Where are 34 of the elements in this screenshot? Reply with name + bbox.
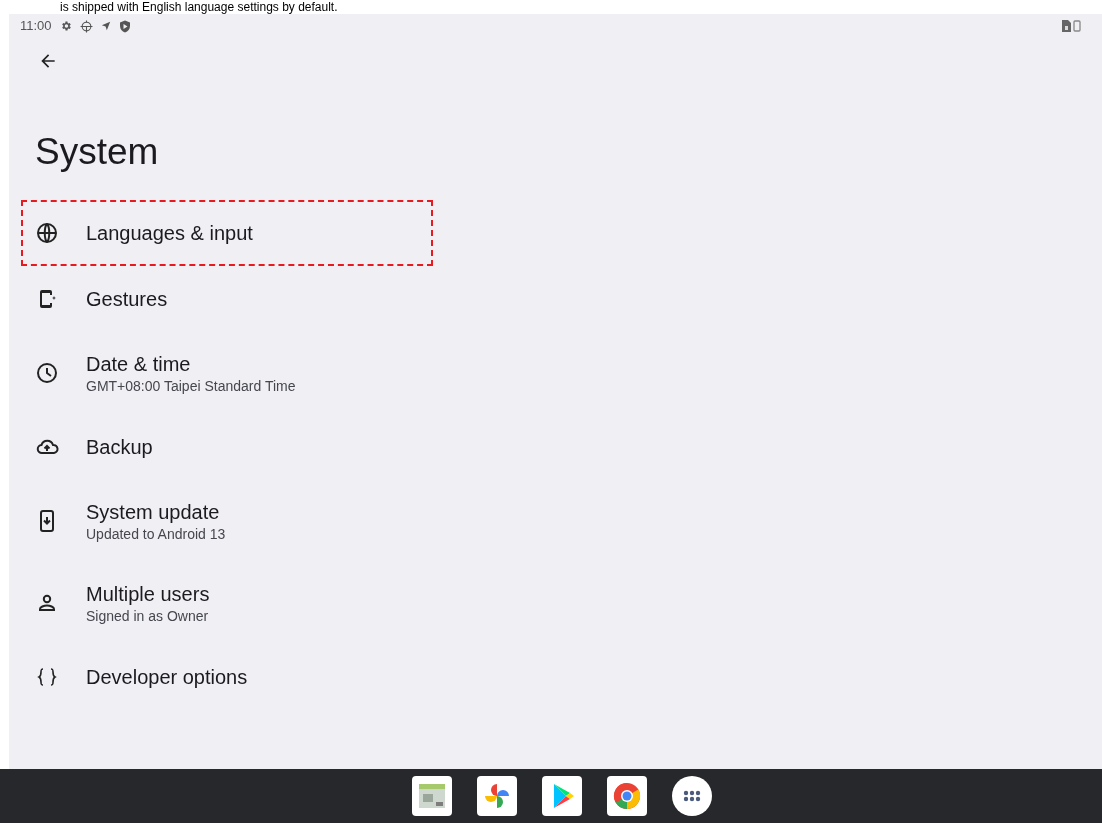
status-time: 11:00 [20, 17, 52, 36]
crosshair-icon [79, 19, 93, 33]
item-title: System update [86, 500, 221, 525]
caption-text: is shipped with English language settings by default. [60, 1, 338, 14]
battery-icon [1073, 20, 1081, 32]
location-arrow-icon [100, 21, 111, 31]
page-title: System [34, 130, 160, 174]
item-title: Languages & input [86, 221, 253, 246]
item-title: Gestures [86, 287, 168, 312]
item-summary: Updated to Android 13 [86, 525, 226, 543]
settings-item[interactable]: Languages & input [21, 200, 433, 266]
sim-card-icon [1062, 20, 1071, 32]
settings-item[interactable]: Multiple users Signed in as Owner [21, 562, 433, 644]
play-triangle-app-icon[interactable] [542, 776, 582, 816]
globe-icon [35, 221, 59, 245]
shield-icon [118, 19, 131, 33]
pinwheel-app-icon[interactable] [477, 776, 517, 816]
spreadsheet-app-icon[interactable] [412, 776, 452, 816]
gear-icon [59, 20, 72, 32]
settings-item[interactable]: Gestures [21, 266, 433, 332]
app-drawer-dots-icon[interactable] [672, 776, 712, 816]
item-title: Backup [86, 435, 153, 460]
settings-item[interactable]: Date & time GMT+08:00 Taipei Standard Time [21, 332, 433, 414]
chrome-browser-icon[interactable] [607, 776, 647, 816]
settings-item[interactable]: System update Updated to Android 13 [21, 480, 433, 562]
item-title: Multiple users [86, 582, 210, 607]
item-title: Date & time [86, 352, 192, 377]
item-summary: GMT+08:00 Taipei Standard Time [86, 377, 296, 395]
settings-item[interactable]: Backup [21, 414, 433, 480]
clock-icon [35, 361, 59, 385]
item-summary: Signed in as Owner [86, 607, 210, 625]
settings-item[interactable]: Developer options [21, 644, 433, 710]
braces-icon [35, 665, 59, 689]
item-title: Developer options [86, 665, 248, 690]
